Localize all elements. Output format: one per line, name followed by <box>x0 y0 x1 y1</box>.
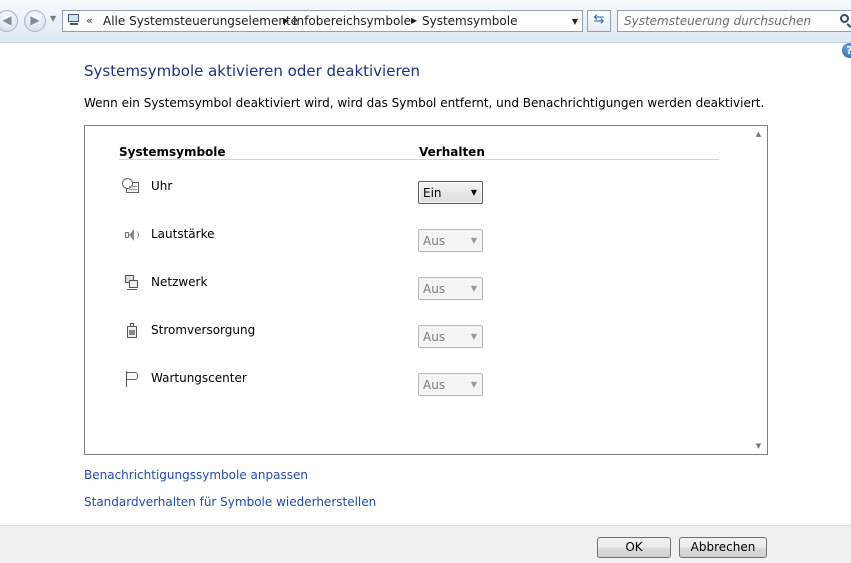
refresh-button[interactable]: ⇆ <box>587 10 611 32</box>
restore-default-behavior-link[interactable]: Standardverhalten für Symbole wiederhers… <box>84 495 376 509</box>
ok-button[interactable]: OK <box>597 537 671 558</box>
chevron-down-icon: ▼ <box>470 236 477 245</box>
address-bar[interactable]: « Alle Systemsteuerungselemente ▶ Infobe… <box>62 10 583 32</box>
customize-notification-icons-link[interactable]: Benachrichtigungssymbole anpassen <box>84 468 308 482</box>
row-label-clock: Uhr <box>151 179 173 193</box>
breadcrumb-item-notification-icons[interactable]: Infobereichsymbole <box>293 14 411 28</box>
search-box[interactable] <box>617 10 851 32</box>
row-label-network: Netzwerk <box>151 275 208 289</box>
control-panel-icon <box>67 14 81 26</box>
breadcrumb-overflow-icon[interactable]: « <box>86 14 93 27</box>
chevron-down-icon: ▼ <box>470 284 477 293</box>
address-dropdown-icon[interactable]: ▼ <box>572 17 578 26</box>
navigation-bar: ◀ ▶ ▼ « Alle Systemsteuerungselemente ▶ … <box>0 0 851 43</box>
scroll-down-icon[interactable]: ▼ <box>750 442 767 450</box>
battery-icon <box>123 322 141 340</box>
flag-icon <box>123 370 141 388</box>
row-label-volume: Lautstärke <box>151 227 215 241</box>
header-divider <box>119 159 719 160</box>
column-header-behavior: Verhalten <box>419 145 485 159</box>
column-header-system-icons: Systemsymbole <box>119 145 226 159</box>
breadcrumb-separator-icon[interactable]: ▶ <box>411 16 417 25</box>
cancel-button[interactable]: Abbrechen <box>679 537 767 558</box>
chevron-down-icon: ▼ <box>470 332 477 341</box>
arrow-right-icon: ▶ <box>30 13 40 27</box>
forward-button[interactable]: ▶ <box>24 10 46 32</box>
search-icon[interactable] <box>840 14 849 23</box>
behavior-select-clock[interactable]: Ein ▼ <box>418 181 483 204</box>
speaker-icon <box>123 226 141 244</box>
behavior-select-network: Aus ▼ <box>418 277 483 300</box>
help-icon[interactable]: ? <box>842 43 851 58</box>
row-label-power: Stromversorgung <box>151 323 256 337</box>
system-icons-list: Systemsymbole Verhalten Uhr Ein ▼ Lautst… <box>84 125 768 455</box>
chevron-down-icon: ▼ <box>470 380 477 389</box>
row-label-action-center: Wartungscenter <box>151 371 247 385</box>
behavior-select-power: Aus ▼ <box>418 325 483 348</box>
network-icon <box>123 274 141 292</box>
breadcrumb-item-system-icons[interactable]: Systemsymbole <box>422 14 517 28</box>
button-bar: OK Abbrechen <box>0 525 851 563</box>
page-description: Wenn ein Systemsymbol deaktiviert wird, … <box>84 96 765 110</box>
page-title: Systemsymbole aktivieren oder deaktivier… <box>84 62 421 80</box>
arrow-left-icon: ◀ <box>2 13 12 27</box>
back-button[interactable]: ◀ <box>0 10 18 32</box>
scroll-up-icon[interactable]: ▲ <box>750 130 767 138</box>
behavior-select-action-center: Aus ▼ <box>418 373 483 396</box>
clock-icon <box>122 178 141 196</box>
breadcrumb-item-all-items[interactable]: Alle Systemsteuerungselemente <box>103 14 298 28</box>
behavior-select-volume: Aus ▼ <box>418 229 483 252</box>
breadcrumb-separator-icon[interactable]: ▶ <box>283 16 289 25</box>
refresh-icon: ⇆ <box>593 12 605 27</box>
history-dropdown-icon[interactable]: ▼ <box>50 14 56 23</box>
search-input[interactable] <box>624 13 814 28</box>
vertical-scrollbar[interactable]: ▲ ▼ <box>750 126 767 454</box>
chevron-down-icon: ▼ <box>470 188 477 197</box>
